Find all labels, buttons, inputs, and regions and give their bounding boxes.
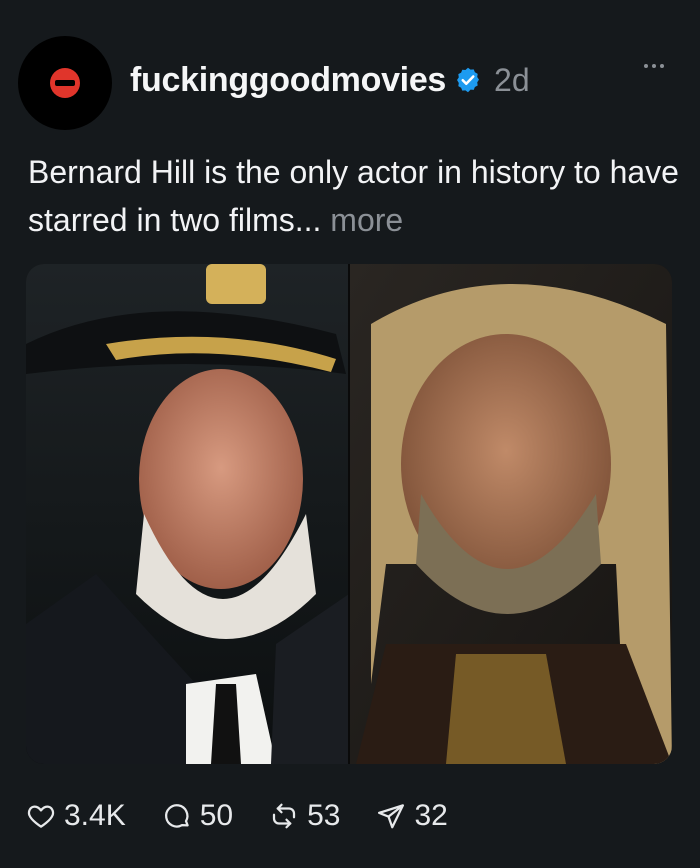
like-count: 3.4K	[64, 799, 126, 832]
post-timestamp: 2d	[494, 61, 530, 98]
send-icon	[378, 804, 405, 829]
avatar[interactable]	[18, 36, 112, 130]
split-portrait-image	[26, 264, 672, 764]
comment-button[interactable]: 50	[162, 799, 233, 833]
username-link[interactable]: fuckinggoodmovies	[130, 61, 446, 100]
verified-badge-icon	[454, 66, 482, 94]
post-caption: Bernard Hill is the only actor in histor…	[28, 148, 688, 244]
share-count: 32	[414, 799, 448, 832]
post-actions: 3.4K 50 53 32	[26, 792, 484, 840]
share-button[interactable]: 32	[376, 799, 448, 833]
like-button[interactable]: 3.4K	[26, 799, 126, 833]
more-link[interactable]: more	[330, 202, 403, 238]
comment-count: 50	[199, 799, 234, 832]
repost-button[interactable]: 53	[269, 799, 340, 833]
heart-icon	[27, 805, 55, 828]
avatar-logo-icon	[50, 68, 80, 98]
repost-count: 53	[307, 799, 341, 832]
post-card: fuckinggoodmovies 2d Bernard Hill is the…	[0, 0, 700, 868]
more-options-icon[interactable]	[644, 64, 664, 68]
post-header: fuckinggoodmovies 2d	[130, 56, 530, 104]
comment-icon	[164, 804, 189, 828]
post-image[interactable]	[26, 264, 672, 764]
repost-icon	[272, 803, 296, 829]
